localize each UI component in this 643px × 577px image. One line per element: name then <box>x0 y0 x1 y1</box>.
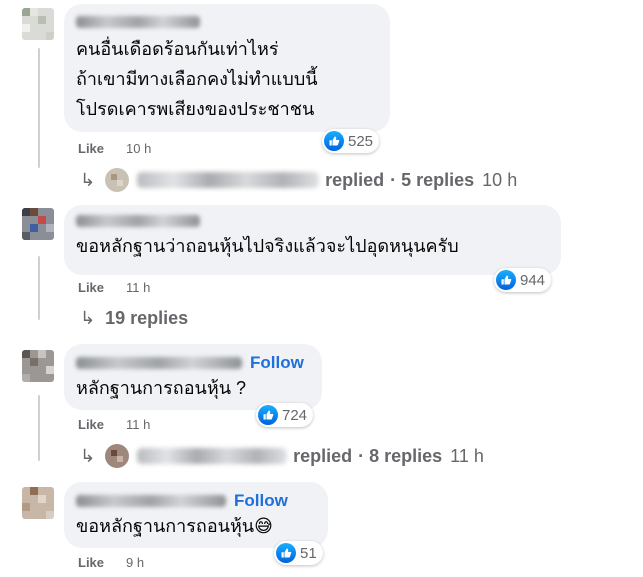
replies-link[interactable]: 19 replies <box>105 308 188 329</box>
avatar[interactable] <box>22 350 54 382</box>
like-button[interactable]: Like <box>78 280 104 295</box>
like-button[interactable]: Like <box>78 417 104 432</box>
reply-timestamp: 11 h <box>450 445 484 466</box>
reaction-count[interactable]: 51 <box>274 541 323 565</box>
replier-name <box>137 448 288 464</box>
comment-text-line: ขอหลักฐานว่าถอนหุ้นไปจริงแล้วจะไปอุดหนุน… <box>76 236 459 256</box>
comment-timestamp[interactable]: 9 h <box>126 555 144 570</box>
reply-timestamp: 10 h <box>482 169 518 190</box>
like-button[interactable]: Like <box>78 555 104 570</box>
reply-count: · 5 replies <box>390 169 475 190</box>
comment-bubble: Follow ขอหลักฐานการถอนหุ้น😅 <box>64 482 328 548</box>
view-replies[interactable]: ↳ 19 replies <box>80 308 188 329</box>
thumbs-up-icon <box>324 131 344 151</box>
comment-text-line: ขอหลักฐานการถอนหุ้น😅 <box>76 516 273 536</box>
commenter-name[interactable] <box>76 16 200 28</box>
thumbs-up-icon <box>276 543 296 563</box>
like-button[interactable]: Like <box>78 141 104 156</box>
reaction-count[interactable]: 944 <box>494 268 552 292</box>
reply-summary[interactable]: ↳ replied · 5 replies 10 h <box>80 168 517 192</box>
comment-bubble: ขอหลักฐานว่าถอนหุ้นไปจริงแล้วจะไปอุดหนุน… <box>64 205 561 275</box>
comment-text-line: หลักฐานการถอนหุ้น ? <box>76 378 247 398</box>
thumbs-up-icon <box>258 405 278 425</box>
comment-timestamp[interactable]: 11 h <box>126 280 150 295</box>
avatar[interactable] <box>22 8 54 40</box>
comment-actions: Like 11 h <box>78 417 150 432</box>
comment-actions: Like 9 h <box>78 555 144 570</box>
follow-button[interactable]: Follow <box>234 491 288 511</box>
comment-bubble: Follow หลักฐานการถอนหุ้น ? <box>64 344 322 410</box>
commenter-name[interactable] <box>76 215 200 227</box>
reply-count: · 8 replies <box>358 445 443 466</box>
commenter-name[interactable] <box>76 495 226 507</box>
commenter-name[interactable] <box>76 357 242 369</box>
thread-line <box>38 256 40 320</box>
avatar[interactable] <box>22 208 54 240</box>
avatar[interactable] <box>22 487 54 519</box>
thumbs-up-icon <box>496 270 516 290</box>
comment-actions: Like 10 h <box>78 141 151 156</box>
comment-text-line: คนอื่นเดือดร้อนกันเท่าไหร่ <box>76 39 279 59</box>
replied-label: replied <box>293 445 353 466</box>
replier-name <box>137 172 320 188</box>
comment-actions: Like 11 h <box>78 280 150 295</box>
reaction-count-value: 944 <box>520 271 546 289</box>
thread-line <box>38 395 40 461</box>
reply-arrow-icon: ↳ <box>80 445 96 466</box>
avatar <box>105 168 130 192</box>
comment-text-line: ถ้าเขามีทางเลือกคงไม่ทำแบบนี้ <box>76 69 318 89</box>
reaction-count-value: 525 <box>348 132 374 150</box>
comment-bubble: คนอื่นเดือดร้อนกันเท่าไหร่ ถ้าเขามีทางเล… <box>64 4 390 132</box>
reaction-count[interactable]: 525 <box>322 129 380 153</box>
reaction-count-value: 724 <box>282 406 308 424</box>
comment-timestamp[interactable]: 11 h <box>126 417 150 432</box>
replied-label: replied <box>325 169 385 190</box>
thread-line <box>38 48 40 168</box>
reply-arrow-icon: ↳ <box>80 308 96 328</box>
comment-timestamp[interactable]: 10 h <box>126 141 151 156</box>
avatar <box>105 444 130 468</box>
comment-text-line: โปรดเคารพเสียงของประชาชน <box>76 99 315 119</box>
reply-arrow-icon: ↳ <box>80 169 96 190</box>
follow-button[interactable]: Follow <box>250 353 304 373</box>
reaction-count[interactable]: 724 <box>256 403 314 427</box>
reply-summary[interactable]: ↳ replied · 8 replies 11 h <box>80 444 484 468</box>
reaction-count-value: 51 <box>300 544 317 562</box>
